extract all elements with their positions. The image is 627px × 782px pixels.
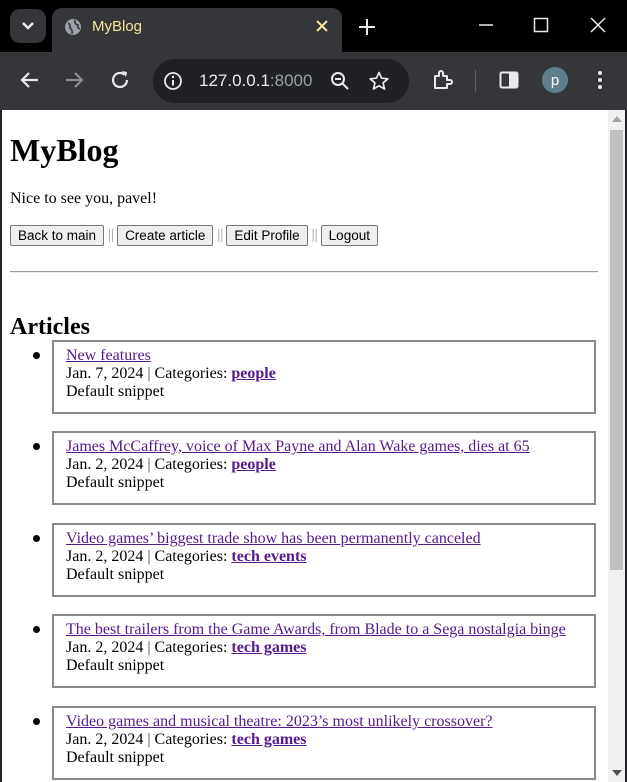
categories-label: Categories: (154, 365, 228, 382)
minimize-icon[interactable] (475, 14, 497, 36)
address-bar[interactable]: 127.0.0.1:8000 (153, 59, 409, 103)
list-bullet (33, 443, 40, 450)
article-meta: Jan. 7, 2024 | Categories: people (66, 365, 276, 382)
logout-button[interactable]: Logout (320, 224, 378, 246)
article-date: Jan. 2, 2024 (66, 639, 144, 656)
nav-separator: || (108, 226, 115, 243)
browser-window: MyBlog 127.0.0.1:8000 p MyBlog Nice to s… (0, 0, 627, 782)
back-to-main-button[interactable]: Back to main (10, 224, 105, 246)
article-date: Jan. 2, 2024 (66, 731, 144, 748)
article-title-link[interactable]: New features (66, 347, 582, 365)
article-card: The best trailers from the Game Awards, … (52, 614, 596, 688)
article-snippet: Default snippet (66, 566, 165, 583)
active-tab[interactable]: MyBlog (52, 8, 342, 52)
article-snippet: Default snippet (66, 657, 165, 674)
profile-avatar[interactable]: p (542, 67, 568, 93)
article-title-link[interactable]: James McCaffrey, voice of Max Payne and … (66, 438, 582, 456)
list-bullet (33, 535, 40, 542)
url-host: 127.0.0.1 (199, 71, 270, 90)
article-title-link[interactable]: The best trailers from the Game Awards, … (66, 621, 582, 639)
category-link[interactable]: tech games (231, 639, 306, 656)
article-card: Video games’ biggest trade show has been… (52, 523, 596, 597)
site-title: MyBlog (10, 132, 119, 168)
greeting-text: Nice to see you, pavel! (10, 190, 158, 207)
close-window-icon[interactable] (587, 14, 609, 36)
globe-icon (65, 19, 81, 35)
url-port: :8000 (269, 71, 313, 90)
article-title-link[interactable]: Video games and musical theatre: 2023’s … (66, 713, 582, 731)
info-icon[interactable] (163, 71, 183, 91)
articles-heading: Articles (10, 313, 90, 340)
article-date: Jan. 7, 2024 (66, 365, 144, 382)
maximize-icon[interactable] (530, 14, 552, 36)
article-card: Video games and musical theatre: 2023’s … (52, 706, 596, 780)
article-meta: Jan. 2, 2024 | Categories: tech events (66, 548, 307, 565)
categories-label: Categories: (154, 639, 228, 656)
plus-icon[interactable] (356, 16, 378, 38)
list-item: James McCaffrey, voice of Max Payne and … (10, 431, 600, 505)
forward-icon[interactable] (62, 68, 86, 92)
article-snippet: Default snippet (66, 474, 165, 491)
edit-profile-button[interactable]: Edit Profile (226, 224, 308, 246)
tab-search-icon (22, 22, 34, 30)
article-meta: Jan. 2, 2024 | Categories: tech games (66, 639, 307, 656)
article-date: Jan. 2, 2024 (66, 548, 144, 565)
menu-icon[interactable] (588, 68, 612, 92)
tab-title: MyBlog (92, 18, 143, 35)
categories-label: Categories: (154, 548, 228, 565)
article-meta: Jan. 2, 2024 | Categories: tech games (66, 731, 307, 748)
back-icon[interactable] (18, 68, 42, 92)
article-meta: Jan. 2, 2024 | Categories: people (66, 456, 276, 473)
article-date: Jan. 2, 2024 (66, 456, 144, 473)
category-link[interactable]: tech events (231, 548, 306, 565)
list-item: The best trailers from the Game Awards, … (10, 614, 600, 688)
extensions-icon[interactable] (431, 68, 455, 92)
scroll-down-arrow-icon[interactable] (612, 770, 622, 776)
reload-icon[interactable] (108, 68, 132, 92)
category-link[interactable]: people (231, 365, 275, 382)
nav-separator: || (311, 226, 318, 243)
browser-toolbar: 127.0.0.1:8000 p (0, 52, 627, 110)
category-link[interactable]: people (231, 456, 275, 473)
toolbar-divider (475, 70, 476, 92)
tab-search-button[interactable] (10, 9, 46, 43)
scroll-up-arrow-icon[interactable] (612, 116, 622, 122)
categories-label: Categories: (154, 731, 228, 748)
url-text[interactable]: 127.0.0.1:8000 (199, 71, 312, 91)
horizontal-divider (10, 271, 598, 273)
list-item: Video games’ biggest trade show has been… (10, 523, 600, 597)
side-panel-icon[interactable] (497, 68, 521, 92)
close-icon[interactable] (314, 18, 330, 34)
article-snippet: Default snippet (66, 383, 165, 400)
article-snippet: Default snippet (66, 749, 165, 766)
user-nav: Back to main || Create article || Edit P… (10, 224, 378, 246)
nav-separator: || (217, 226, 224, 243)
article-card: James McCaffrey, voice of Max Payne and … (52, 431, 596, 505)
categories-label: Categories: (154, 456, 228, 473)
list-bullet (33, 718, 40, 725)
scrollbar-thumb[interactable] (610, 130, 623, 570)
category-link[interactable]: tech games (231, 731, 306, 748)
star-icon[interactable] (368, 70, 390, 92)
vertical-scrollbar[interactable] (608, 110, 625, 782)
tab-strip: MyBlog (0, 0, 627, 52)
list-item: Video games and musical theatre: 2023’s … (10, 706, 600, 780)
create-article-button[interactable]: Create article (117, 224, 214, 246)
page-viewport: MyBlog Nice to see you, pavel! Back to m… (2, 110, 625, 782)
article-card: New features Jan. 7, 2024 | Categories: … (52, 340, 596, 414)
list-item: New features Jan. 7, 2024 | Categories: … (10, 340, 600, 414)
article-title-link[interactable]: Video games’ biggest trade show has been… (66, 530, 582, 548)
zoom-icon[interactable] (329, 70, 351, 92)
list-bullet (33, 352, 40, 359)
list-bullet (33, 626, 40, 633)
